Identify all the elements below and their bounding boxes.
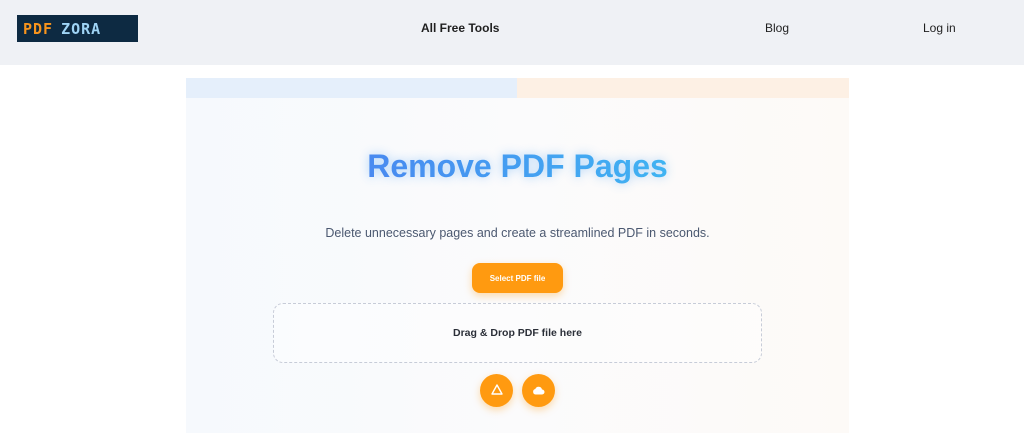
google-drive-icon: [490, 383, 503, 398]
drag-drop-zone[interactable]: Drag & Drop PDF file here: [273, 303, 762, 363]
nav-blog[interactable]: Blog: [765, 21, 789, 35]
pdfzora-logo[interactable]: PDF ZORA: [17, 15, 138, 42]
cloud-icon: [532, 383, 545, 398]
tool-card: [186, 78, 849, 433]
select-pdf-file-button[interactable]: Select PDF file: [472, 263, 563, 293]
nav-all-free-tools[interactable]: All Free Tools: [421, 21, 499, 35]
nav-login[interactable]: Log in: [923, 21, 956, 35]
logo-text-pdf: PDF: [23, 19, 54, 38]
page-title: Remove PDF Pages: [367, 148, 668, 184]
cloud-upload-button[interactable]: [522, 374, 555, 407]
page-subtitle: Delete unnecessary pages and create a st…: [325, 226, 710, 240]
card-top-strip-right: [517, 78, 849, 98]
logo-text-zora: ZORA: [61, 19, 102, 38]
google-drive-upload-button[interactable]: [480, 374, 513, 407]
card-top-strip-left: [186, 78, 517, 98]
top-navigation-bar: PDF ZORA All Free Tools Blog Log in: [0, 0, 1024, 65]
dropzone-label: Drag & Drop PDF file here: [453, 327, 582, 339]
